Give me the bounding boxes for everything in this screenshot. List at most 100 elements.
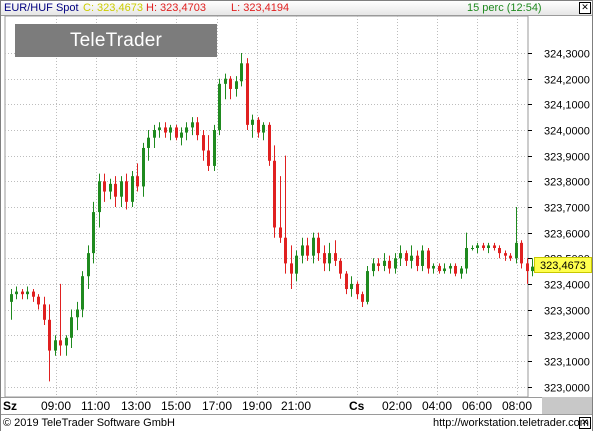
- copyright-text: © 2019 TeleTrader Software GmbH: [3, 417, 175, 429]
- candle-body: [37, 296, 40, 305]
- y-tick-label: 323,4000: [544, 280, 590, 292]
- candle-body: [169, 127, 172, 133]
- candle-body: [98, 181, 101, 213]
- candle-body: [301, 245, 304, 256]
- y-tick-label: 323,8000: [544, 177, 590, 189]
- y-tick-label: 324,3000: [544, 49, 590, 61]
- candle-body: [92, 212, 95, 254]
- candle-body: [334, 253, 337, 261]
- candle-body: [493, 245, 496, 248]
- candle-body: [410, 255, 413, 261]
- x-tick-label: 15:00: [161, 399, 192, 413]
- candle-body: [180, 132, 183, 138]
- x-tick-label: 11:00: [81, 399, 111, 413]
- candle-body: [438, 265, 441, 272]
- candle-body: [482, 245, 485, 248]
- candle-body: [323, 253, 326, 264]
- candle-body: [268, 124, 271, 161]
- x-tick-label: 13:00: [121, 399, 152, 413]
- candle-body: [487, 245, 490, 248]
- candle-body: [394, 258, 397, 269]
- candle-body: [504, 253, 507, 256]
- candle-body: [142, 147, 145, 187]
- candle-body: [421, 250, 424, 266]
- candle-body: [48, 319, 51, 351]
- candle-body: [279, 227, 282, 238]
- scroll-thumb[interactable]: [542, 397, 592, 414]
- candle-body: [15, 291, 18, 295]
- candle-body: [372, 263, 375, 272]
- candle-body: [509, 255, 512, 259]
- candle-body: [284, 237, 287, 264]
- y-tick-label: 323,1000: [544, 357, 590, 369]
- candle-body: [388, 260, 391, 269]
- y-tick-label: 323,7000: [544, 203, 590, 215]
- candle-body: [328, 253, 331, 264]
- candle-body: [10, 294, 13, 302]
- y-tick-label: 324,2000: [544, 75, 590, 87]
- candle-body: [76, 309, 79, 318]
- candle-body: [224, 78, 227, 84]
- candle-body: [109, 183, 112, 192]
- candle-body: [460, 268, 463, 274]
- candle-body: [114, 183, 117, 197]
- candle-body: [153, 130, 156, 138]
- x-tick-label: 17:00: [202, 399, 233, 413]
- x-tick-label: 04:00: [422, 399, 453, 413]
- candle-body: [185, 127, 188, 133]
- candle-body: [312, 237, 315, 256]
- candle-body: [229, 78, 232, 89]
- candle-body: [81, 276, 84, 310]
- candle-body: [240, 63, 243, 82]
- candle-body: [54, 340, 57, 351]
- candle-body: [317, 237, 320, 254]
- candle-body: [306, 245, 309, 256]
- candle-body: [273, 160, 276, 228]
- candle-body: [416, 255, 419, 266]
- candle-body: [65, 337, 68, 346]
- candle-body: [262, 124, 265, 133]
- x-tick-label: 09:00: [41, 399, 72, 413]
- candle-body: [366, 271, 369, 302]
- candle-body: [131, 176, 134, 202]
- candle-body: [515, 242, 518, 259]
- candle-body: [175, 127, 178, 138]
- y-tick-label: 323,3000: [544, 306, 590, 318]
- candle-body: [465, 247, 468, 269]
- candle-body: [235, 81, 238, 89]
- x-tick-label: 08:00: [502, 399, 533, 413]
- candle-body: [87, 253, 90, 277]
- x-tick-label: 21:00: [281, 399, 312, 413]
- candle-body: [339, 260, 342, 274]
- last-price-tag: 323,4673: [534, 257, 592, 273]
- x-tick-label: 02:00: [382, 399, 413, 413]
- candle-body: [147, 137, 150, 148]
- candle-body: [526, 263, 529, 272]
- candle-body: [350, 283, 353, 290]
- x-tick-label: 06:00: [462, 399, 493, 413]
- x-tick-label: 19:00: [242, 399, 273, 413]
- candle-body: [158, 127, 161, 130]
- candle-body: [520, 242, 523, 264]
- candle-body: [202, 135, 205, 151]
- candle-body: [498, 247, 501, 254]
- candle-body: [43, 304, 46, 320]
- candle-body: [427, 250, 430, 269]
- candle-body: [246, 63, 249, 125]
- candle-body: [120, 181, 123, 197]
- candle-body: [399, 253, 402, 259]
- candle-body: [432, 265, 435, 269]
- y-tick-label: 323,2000: [544, 331, 590, 343]
- x-tick-label: Sz: [3, 399, 18, 413]
- y-tick-label: 323,9000: [544, 152, 590, 164]
- x-axis: Sz 09:00 11:00 13:00 15:00 17:00 19:00 21:00 Cs 0…: [1, 397, 592, 415]
- candle-body: [125, 181, 128, 202]
- url-link[interactable]: http://workstation.teletrader.com: [433, 415, 589, 431]
- candle-body: [251, 119, 254, 125]
- candle-body: [405, 253, 408, 261]
- x-tick-label: Cs: [349, 399, 365, 413]
- candle-body: [196, 122, 199, 136]
- candle-body: [356, 283, 359, 295]
- close-icon[interactable]: ✕: [579, 417, 591, 429]
- y-tick-label: 323,0000: [544, 383, 590, 395]
